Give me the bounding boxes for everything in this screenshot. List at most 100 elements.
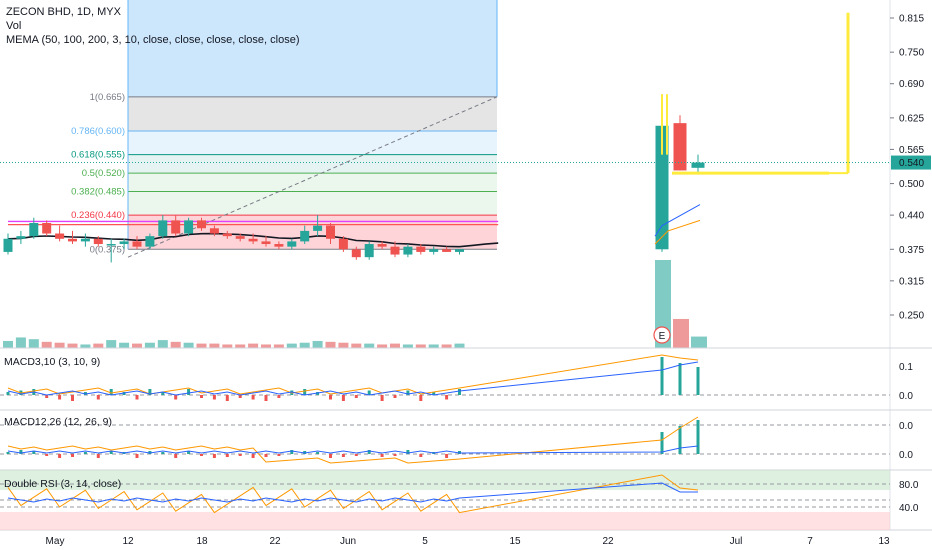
time-axis-label: May bbox=[46, 536, 65, 547]
volume-bar bbox=[364, 343, 375, 348]
time-axis-label: 15 bbox=[509, 536, 521, 547]
volume-bar bbox=[235, 344, 246, 348]
volume-bar bbox=[338, 342, 349, 348]
macd2-histogram-bar bbox=[341, 454, 345, 457]
macd1-histogram-bar bbox=[678, 363, 682, 395]
volume-bar bbox=[54, 342, 65, 348]
macd1-histogram-bar bbox=[341, 395, 345, 401]
volume-bar bbox=[428, 344, 439, 348]
macd2-histogram-bar bbox=[660, 432, 664, 454]
macd1-histogram-bar bbox=[445, 395, 449, 400]
volume-bar bbox=[325, 341, 336, 348]
volume-bar bbox=[119, 342, 130, 348]
candle-body bbox=[287, 241, 297, 247]
fib-band bbox=[128, 131, 497, 155]
candle-body bbox=[42, 223, 52, 234]
macd1-histogram-bar bbox=[264, 395, 268, 401]
fib-level-label: 0.618(0.555) bbox=[71, 150, 125, 161]
fib-band bbox=[128, 96, 497, 132]
candle-body bbox=[158, 220, 168, 237]
candle-body bbox=[326, 225, 335, 239]
price-tick-label: 0.375 bbox=[899, 245, 924, 256]
candle-body bbox=[3, 238, 13, 252]
price-tick-label: 0.690 bbox=[899, 79, 924, 90]
candle-body bbox=[106, 244, 116, 246]
rsi-legend: Double RSI (3, 14, close) bbox=[4, 478, 122, 490]
price-tick-label: 0.500 bbox=[899, 179, 924, 190]
macd2-histogram-bar bbox=[135, 454, 139, 458]
volume-bar bbox=[209, 343, 220, 348]
price-tick-label: 0.750 bbox=[899, 48, 924, 59]
macd1-signal-line bbox=[7, 354, 699, 395]
price-tick-label: 0.625 bbox=[899, 113, 924, 124]
volume-bar bbox=[196, 343, 207, 348]
macd1-histogram-bar bbox=[354, 395, 358, 398]
candle-body bbox=[184, 220, 194, 234]
candle-body bbox=[442, 249, 452, 252]
volume-bar bbox=[3, 340, 13, 348]
macd2-histogram-bar bbox=[419, 454, 423, 457]
volume-bar bbox=[286, 343, 297, 348]
candle-body bbox=[171, 220, 181, 234]
time-axis-label: Jul bbox=[730, 536, 743, 547]
fib-band bbox=[128, 191, 497, 216]
candle-body bbox=[313, 225, 323, 231]
earnings-marker-label: E bbox=[659, 331, 666, 342]
volume-bar bbox=[93, 343, 104, 348]
fib-band bbox=[128, 173, 497, 192]
volume-bar bbox=[402, 344, 413, 348]
fib-level-label: 0.382(0.485) bbox=[71, 186, 125, 197]
volume-bar bbox=[132, 343, 142, 348]
macd2-axis-label: 0.0 bbox=[899, 450, 913, 461]
time-axis-label: 13 bbox=[878, 536, 890, 547]
candle-body bbox=[429, 249, 439, 252]
candle-body bbox=[338, 238, 348, 250]
fib-level-label: 1(0.665) bbox=[90, 92, 125, 103]
fib-band bbox=[128, 215, 497, 250]
macd2-histogram-bar bbox=[264, 454, 268, 457]
macd1-histogram-bar bbox=[380, 395, 384, 401]
candle-body bbox=[261, 241, 271, 245]
macd2-histogram-bar bbox=[6, 452, 10, 454]
macd2-histogram-bar bbox=[251, 454, 255, 458]
macd1-histogram-bar bbox=[212, 395, 216, 400]
macd1-histogram-bar bbox=[71, 395, 74, 401]
macd2-histogram-bar bbox=[212, 454, 216, 458]
candle-body bbox=[673, 123, 687, 171]
candle-body bbox=[274, 244, 284, 247]
volume-bar bbox=[312, 340, 323, 348]
rsi-oversold-zone bbox=[0, 512, 890, 530]
candle-body bbox=[364, 244, 374, 258]
volume-bar bbox=[15, 337, 26, 348]
candle-body bbox=[93, 238, 103, 245]
macd2-legend: MACD12,26 (12, 26, 9) bbox=[4, 416, 112, 428]
macd2-axis-label: 0.0 bbox=[899, 421, 913, 432]
macd2-histogram-bar bbox=[45, 454, 49, 456]
macd2-histogram-bar bbox=[354, 454, 358, 456]
macd2-histogram-bar bbox=[161, 452, 165, 454]
macd1-histogram-bar bbox=[187, 389, 191, 395]
candle-body bbox=[145, 236, 155, 247]
volume-bar bbox=[454, 343, 465, 348]
volume-bar bbox=[415, 344, 426, 348]
macd1-histogram-bar bbox=[6, 392, 10, 395]
candle-body bbox=[377, 244, 387, 247]
candle-body bbox=[351, 249, 361, 258]
volume-bar bbox=[441, 344, 452, 348]
candle-body bbox=[80, 238, 90, 242]
macd1-histogram-bar bbox=[225, 395, 229, 401]
candle-body bbox=[132, 241, 142, 247]
price-tick-label: 0.315 bbox=[899, 276, 924, 287]
volume-bar bbox=[80, 344, 91, 348]
volume-bar bbox=[390, 343, 400, 348]
macd1-histogram-bar bbox=[109, 389, 113, 395]
candle-body bbox=[209, 228, 219, 234]
price-chart[interactable]: 1(0.665) 0.786(0.600) 0.618(0.555) 0.5(0.52… bbox=[0, 0, 932, 550]
macd1-histogram-bar bbox=[135, 395, 139, 400]
macd2-histogram-bar bbox=[380, 454, 384, 457]
macd2-histogram-bar bbox=[696, 420, 700, 454]
rsi-axis-label: 40.0 bbox=[899, 503, 919, 514]
mema-legend: MEMA (50, 100, 200, 3, 10, close, close,… bbox=[6, 34, 300, 46]
volume-bar bbox=[67, 343, 78, 348]
candle-body bbox=[691, 162, 705, 168]
